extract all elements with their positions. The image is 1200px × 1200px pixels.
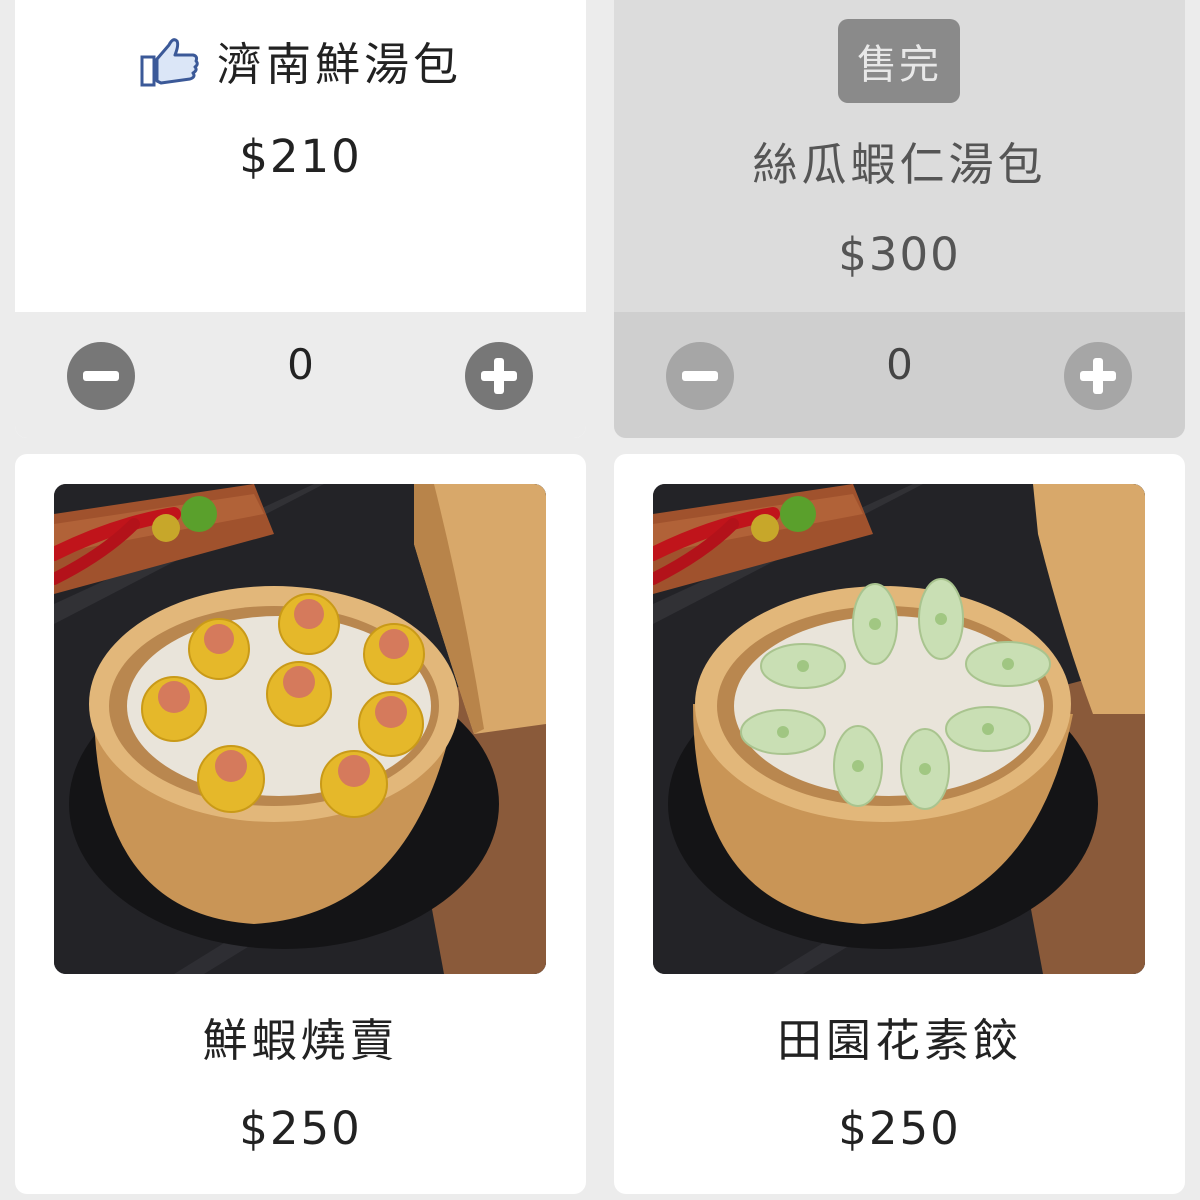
sold-out-badge: 售完 <box>838 19 960 103</box>
thumbs-up-icon <box>139 33 201 89</box>
quantity-stepper: 0 <box>614 312 1185 438</box>
menu-card-loofah-shrimp-soup-dumpling[interactable]: 售完 絲瓜蝦仁湯包 $300 0 <box>614 0 1185 438</box>
item-name: 絲瓜蝦仁湯包 <box>752 138 1047 191</box>
item-name: 鮮蝦燒賣 <box>202 1014 399 1067</box>
menu-card-garden-veggie-dumpling[interactable]: 田園花素餃 $250 <box>614 454 1185 1194</box>
shumai-steamer-photo <box>54 484 546 974</box>
plus-circle-icon[interactable] <box>1064 342 1132 410</box>
veggie-dumpling-steamer-photo <box>653 484 1145 974</box>
item-name: 田園花素餃 <box>776 1014 1022 1067</box>
item-price: $250 <box>838 1102 961 1155</box>
item-price: $300 <box>838 228 961 281</box>
menu-card-shrimp-shumai[interactable]: 鮮蝦燒賣 $250 <box>15 454 586 1194</box>
card-title-row: 絲瓜蝦仁湯包 <box>614 128 1185 193</box>
card-title-row: 濟南鮮湯包 <box>15 28 586 93</box>
item-name: 濟南鮮湯包 <box>216 38 462 91</box>
menu-card-jinan-soup-dumpling[interactable]: 濟南鮮湯包 $210 0 <box>15 0 586 438</box>
item-price: $250 <box>239 1102 362 1155</box>
quantity-stepper: 0 <box>15 312 586 438</box>
item-price: $210 <box>239 130 362 183</box>
plus-circle-icon[interactable] <box>465 342 533 410</box>
card-title-row: 田園花素餃 <box>614 1004 1185 1069</box>
card-title-row: 鮮蝦燒賣 <box>15 1004 586 1069</box>
menu-page: 濟南鮮湯包 $210 0 售完 絲瓜蝦仁湯包 $300 0 鮮蝦燒賣 $250 … <box>0 0 1200 1200</box>
